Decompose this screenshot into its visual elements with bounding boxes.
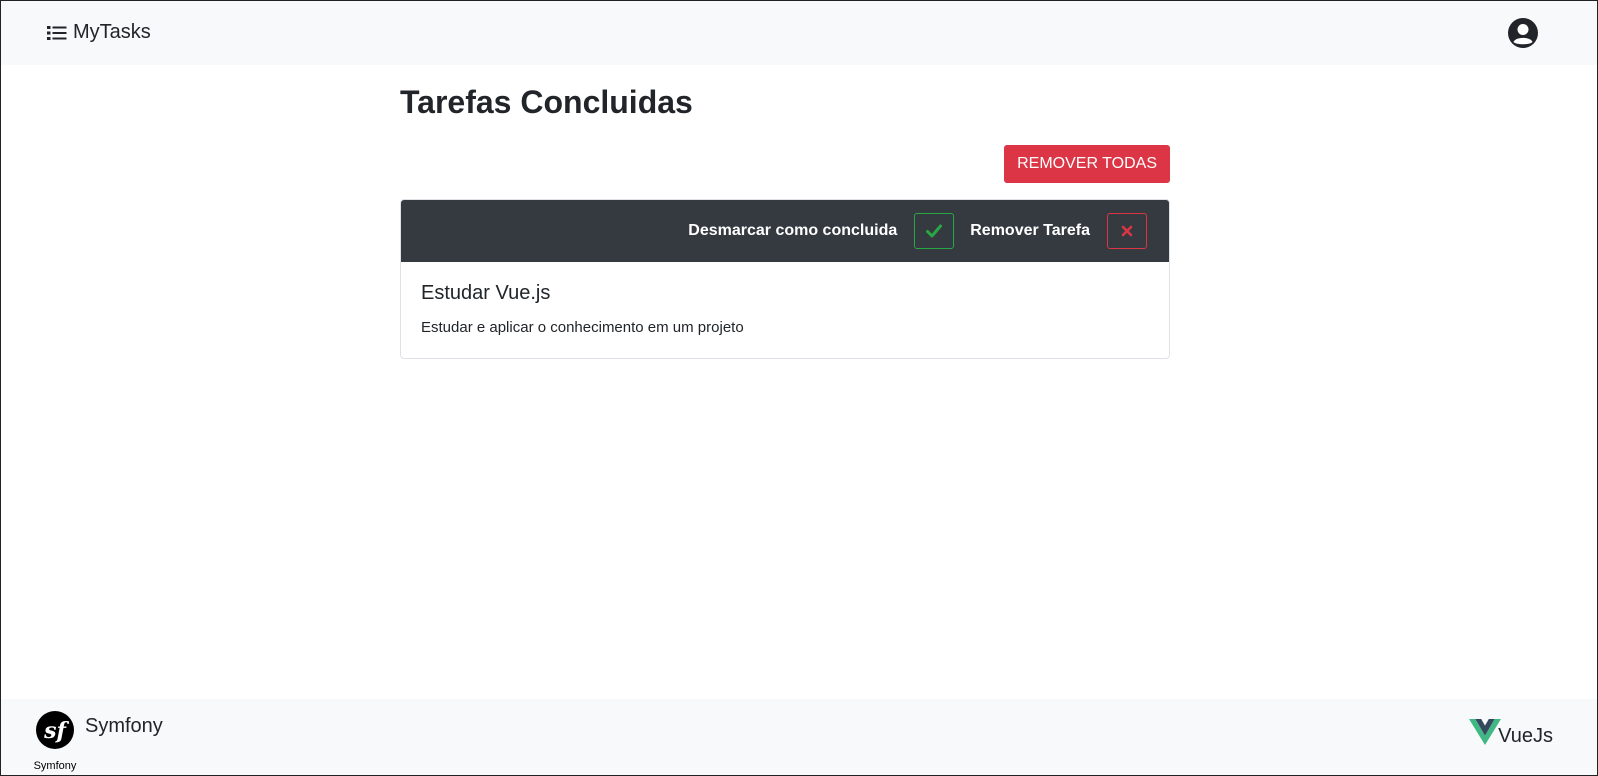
task-card: Desmarcar como concluida Remover Tarefa …	[400, 199, 1170, 359]
close-icon	[1121, 225, 1133, 237]
symfony-logo[interactable]: sf Symfony	[29, 711, 81, 773]
unmark-complete-button[interactable]	[914, 213, 955, 249]
list-icon	[47, 25, 67, 40]
user-circle-icon[interactable]	[1507, 17, 1539, 49]
remove-task-button[interactable]	[1107, 213, 1147, 249]
task-description: Estudar e aplicar o conhecimento em um p…	[421, 319, 744, 336]
symfony-logo-text: Symfony	[34, 760, 77, 772]
svg-text:sf: sf	[43, 718, 69, 744]
task-card-header: Desmarcar como concluida Remover Tarefa	[401, 200, 1169, 262]
check-icon	[926, 224, 943, 238]
vuejs-label[interactable]: VueJs	[1498, 725, 1553, 748]
main-content: Tarefas Concluidas REMOVER TODAS Desmarc…	[400, 65, 1170, 359]
toolbar: REMOVER TODAS	[400, 139, 1170, 199]
brand-label: MyTasks	[73, 21, 151, 43]
remove-task-label: Remover Tarefa	[970, 222, 1090, 239]
brand-link[interactable]: MyTasks	[47, 21, 151, 44]
vue-logo[interactable]	[1469, 719, 1501, 745]
navbar: MyTasks	[1, 1, 1597, 65]
remove-all-button[interactable]: REMOVER TODAS	[1004, 145, 1170, 184]
page-title: Tarefas Concluidas	[400, 84, 693, 120]
task-title: Estudar Vue.js	[421, 282, 551, 304]
footer: sf Symfony Symfony VueJs	[1, 699, 1597, 775]
symfony-label[interactable]: Symfony	[85, 715, 163, 738]
task-card-body: Estudar Vue.js Estudar e aplicar o conhe…	[401, 262, 1169, 358]
unmark-complete-label: Desmarcar como concluida	[688, 222, 898, 239]
